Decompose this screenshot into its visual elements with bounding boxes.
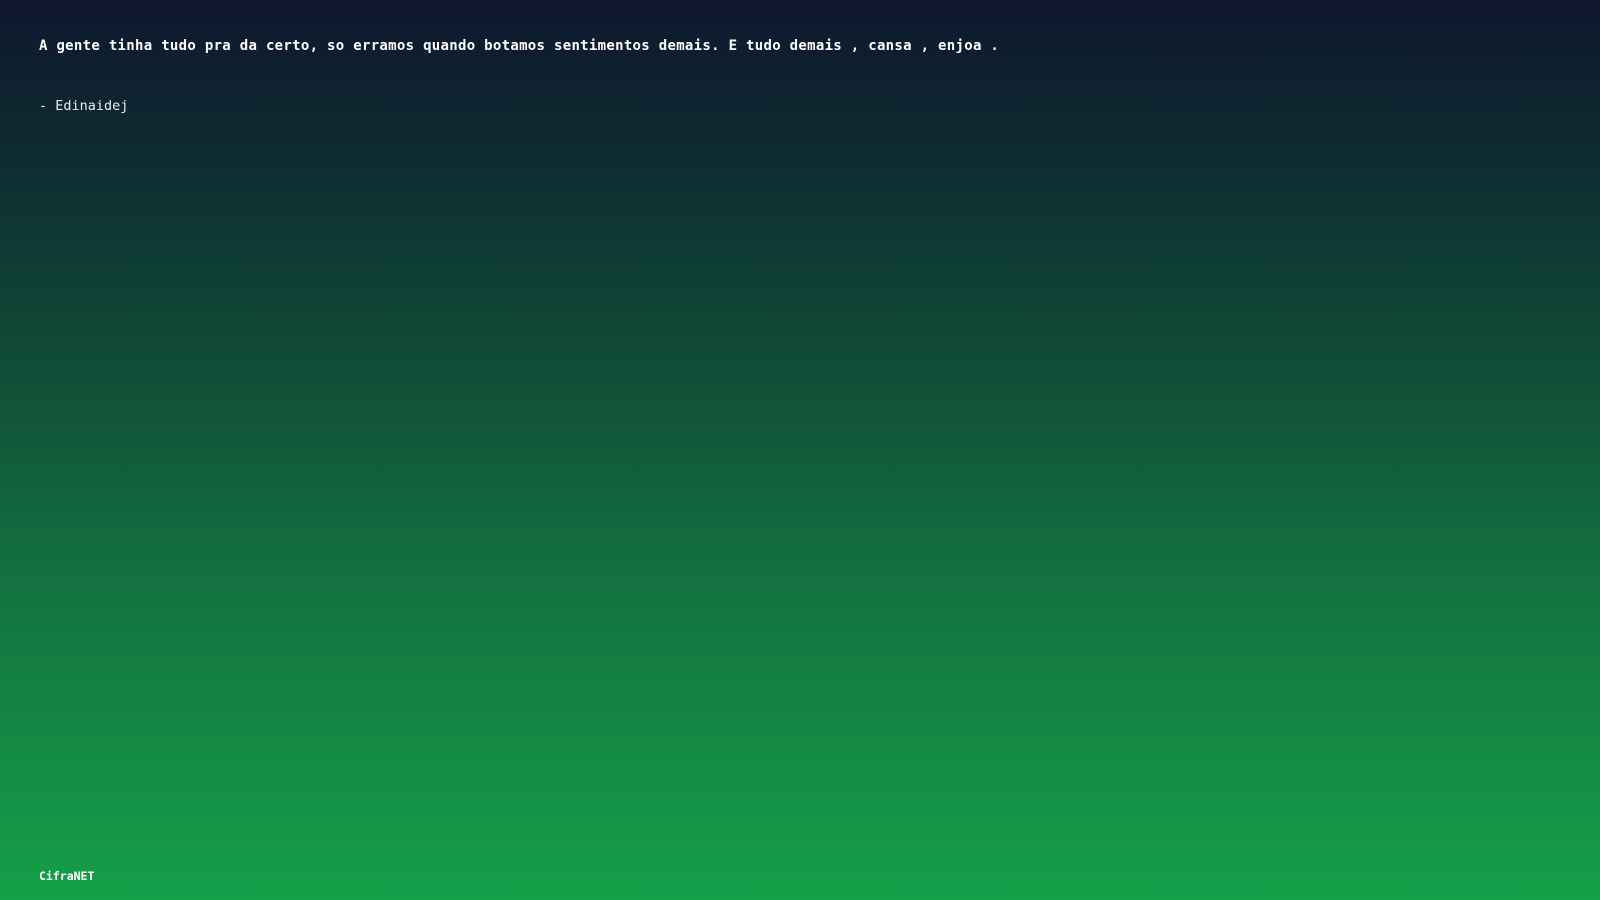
- quote-author: - Edinaidej: [39, 98, 129, 114]
- brand-logo-text: CifraNET: [39, 869, 95, 883]
- quote-text: A gente tinha tudo pra da certo, so erra…: [39, 38, 1000, 54]
